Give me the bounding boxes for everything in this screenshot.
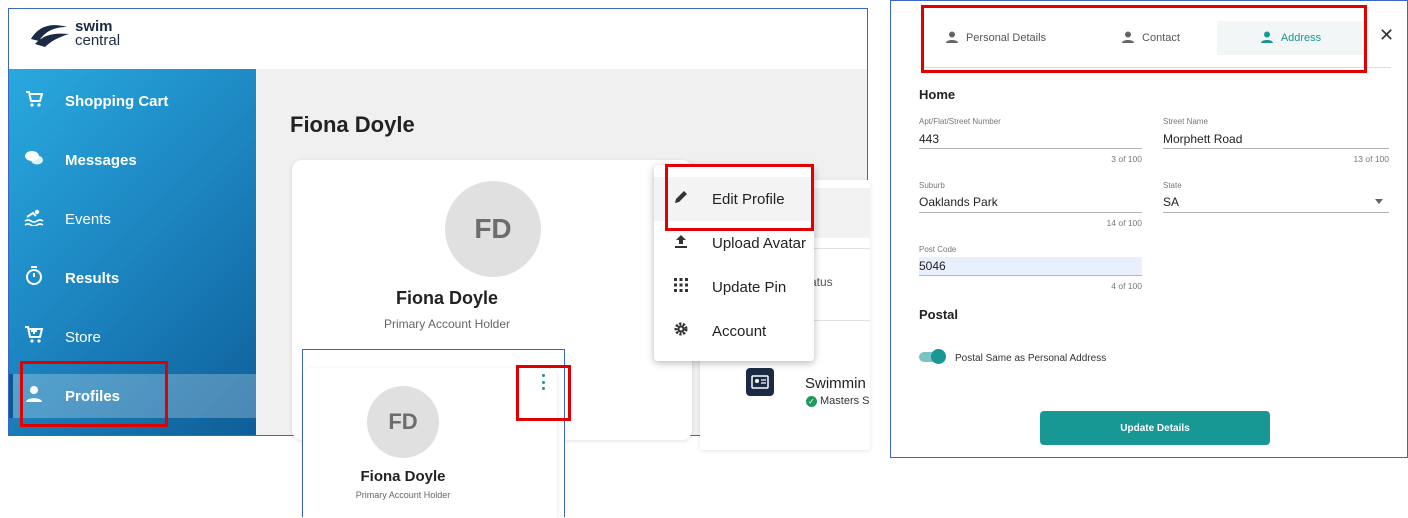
membership-title: Swimmin	[805, 375, 866, 392]
avatar: FD	[367, 386, 439, 458]
menu-item-label: Upload Avatar	[712, 234, 806, 252]
close-icon[interactable]: ✕	[1379, 25, 1394, 46]
suburb-input[interactable]: Oaklands Park	[919, 195, 998, 209]
keypad-icon	[670, 277, 692, 298]
check-circle-icon: ✓	[806, 395, 817, 407]
street-label: Street Name	[1163, 117, 1208, 126]
postal-toggle[interactable]	[919, 349, 946, 364]
avatar: FD	[445, 181, 541, 277]
menu-item-label: Account	[712, 322, 767, 340]
sidebar-item-results[interactable]: Results	[9, 256, 256, 300]
chevron-down-icon[interactable]	[1375, 199, 1383, 204]
sidebar-item-label: Shopping Cart	[65, 92, 169, 110]
street-input[interactable]: Morphett Road	[1163, 132, 1242, 146]
sidebar-item-label: Events	[65, 210, 111, 228]
update-details-button[interactable]: Update Details	[1040, 411, 1270, 445]
membership-status-text: Masters S	[820, 395, 870, 407]
postcode-char-count: 4 of 100	[1111, 281, 1142, 291]
sidebar-item-label: Store	[65, 328, 101, 346]
page-title: Fiona Doyle	[290, 112, 415, 137]
pool-icon	[19, 208, 49, 231]
profile-role: Primary Account Holder	[355, 490, 451, 500]
sidebar-item-store[interactable]: Store	[9, 315, 256, 359]
highlight-tabs	[921, 5, 1367, 73]
street-char-count: 13 of 100	[1353, 154, 1389, 164]
id-card-icon	[746, 368, 774, 396]
apt-char-count: 3 of 100	[1111, 154, 1142, 164]
suburb-char-count: 14 of 100	[1106, 218, 1142, 228]
suburb-label: Suburb	[919, 181, 945, 190]
highlight-profiles	[20, 361, 168, 427]
profile-name: Fiona Doyle	[360, 468, 446, 485]
sidebar-item-events[interactable]: Events	[9, 197, 256, 241]
postcode-input[interactable]: 5046	[919, 259, 946, 273]
profile-name: Fiona Doyle	[395, 288, 498, 308]
state-underline	[1163, 212, 1389, 213]
stopwatch-icon	[19, 265, 49, 291]
profile-role: Primary Account Holder	[383, 317, 511, 331]
state-label: State	[1163, 181, 1182, 190]
membership-status: ✓ Masters S	[806, 395, 870, 407]
postal-toggle-label: Postal Same as Personal Address	[955, 353, 1107, 364]
apt-underline	[919, 148, 1142, 149]
upload-icon	[670, 233, 692, 254]
postal-heading: Postal	[919, 307, 959, 322]
highlight-kebab-menu	[516, 365, 571, 421]
postcode-underline	[919, 275, 1142, 276]
sidebar-item-shopping-cart[interactable]: Shopping Cart	[9, 79, 256, 123]
top-bar: swim central	[9, 9, 867, 69]
sidebar-item-label: Results	[65, 269, 120, 287]
postcode-label: Post Code	[919, 245, 957, 254]
state-select[interactable]: SA	[1163, 195, 1179, 209]
suburb-underline	[919, 212, 1142, 213]
home-heading: Home	[919, 87, 956, 102]
chat-icon	[19, 149, 49, 172]
menu-item-account[interactable]: Account	[654, 309, 814, 353]
sidebar-item-messages[interactable]: Messages	[9, 138, 256, 182]
logo-text-central: central	[75, 32, 121, 49]
swim-wave-icon	[31, 25, 69, 47]
sidebar-item-label: Messages	[65, 151, 137, 169]
highlight-edit-profile	[665, 164, 814, 231]
street-underline	[1163, 148, 1389, 149]
menu-item-label: Update Pin	[712, 278, 787, 296]
swim-central-logo[interactable]: swim central	[29, 19, 120, 49]
apt-label: Apt/Flat/Street Number	[919, 117, 1001, 126]
toggle-thumb	[931, 349, 946, 364]
postcode-autofill-bg	[919, 257, 1142, 275]
gear-icon	[670, 321, 692, 342]
menu-item-update-pin[interactable]: Update Pin	[654, 265, 814, 309]
cart-icon	[19, 90, 49, 113]
store-cart-icon	[19, 325, 49, 350]
apt-input[interactable]: 443	[919, 132, 939, 146]
